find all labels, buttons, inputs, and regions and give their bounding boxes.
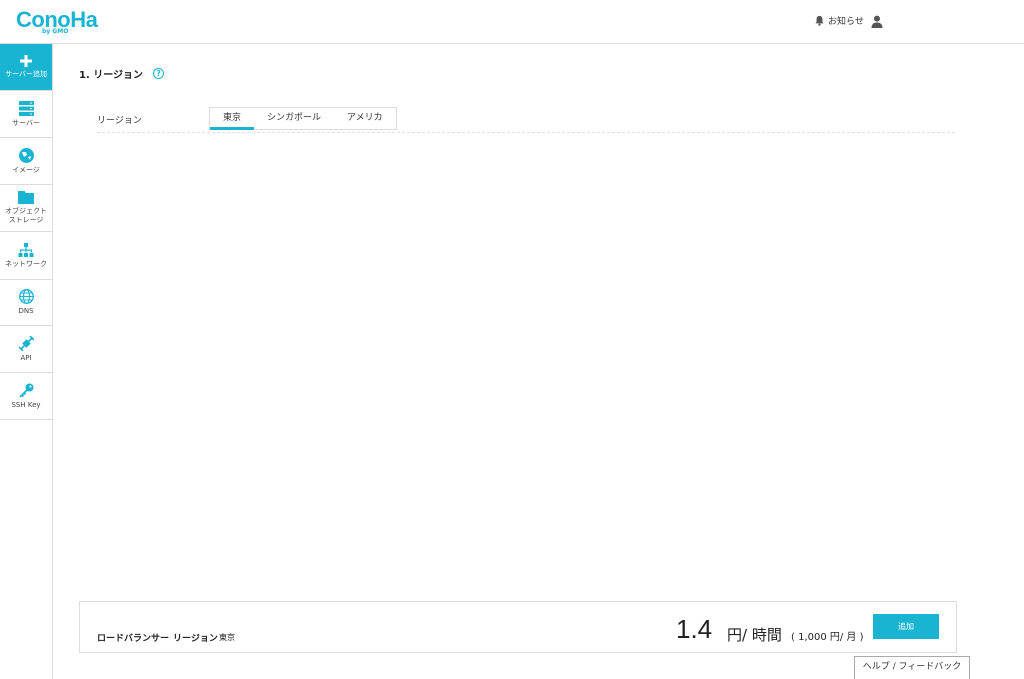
sidebar-item-label: イメージ (12, 165, 40, 174)
sidebar-item-label: ネットワーク (5, 259, 47, 268)
network-icon (18, 242, 34, 257)
image-icon (18, 147, 34, 163)
sidebar-item-label: DNS (18, 307, 34, 315)
notifications-label: お知らせ (828, 17, 864, 27)
tab-tokyo[interactable]: 東京 (210, 108, 255, 130)
sidebar-item-server[interactable]: サーバー (0, 91, 52, 138)
price-unit: 円/ 時間 (727, 626, 782, 644)
sidebar-item-dns[interactable]: DNS (0, 279, 52, 326)
logo-subtext: by GMO (42, 28, 69, 35)
server-icon (18, 100, 34, 116)
price-monthly: ( 1,000 円/ 月 ) (791, 632, 864, 643)
api-icon (18, 335, 34, 351)
divider (97, 132, 955, 133)
summary-region-value: 東京 (219, 633, 235, 642)
summary-region-key: リージョン (173, 634, 218, 644)
notifications-button[interactable]: お知らせ (814, 14, 864, 27)
sidebar-item-label: オブジェクト ストレージ (5, 207, 47, 224)
sidebar-item-object-storage[interactable]: オブジェクト ストレージ (0, 185, 52, 232)
user-icon (871, 15, 883, 28)
region-label: リージョン (97, 116, 142, 126)
key-icon (18, 383, 33, 398)
sidebar-item-api[interactable]: API (0, 326, 52, 373)
section-title: 1. リージョン ? (79, 66, 165, 81)
sidebar-item-image[interactable]: イメージ (0, 138, 52, 185)
plus-icon (20, 55, 32, 67)
sidebar-item-network[interactable]: ネットワーク (0, 232, 52, 279)
tab-america[interactable]: アメリカ (334, 108, 396, 129)
bell-icon (815, 15, 824, 26)
add-button[interactable]: 追加 (873, 614, 939, 639)
sidebar-item-ssh-key[interactable]: SSH Key (0, 373, 52, 420)
user-menu[interactable] (871, 13, 883, 32)
globe-icon (18, 289, 34, 304)
summary-service: ロードバランサー (97, 634, 170, 644)
section-title-text: 1. リージョン (79, 70, 144, 81)
order-summary: ロードバランサー リージョン 東京 1.4 円/ 時間 ( 1,000 円/ 月… (79, 601, 957, 653)
tab-singapore[interactable]: シンガポール (254, 108, 334, 129)
sidebar-item-label: SSH Key (11, 400, 41, 409)
help-icon[interactable]: ? (153, 68, 165, 79)
folder-icon (18, 191, 34, 204)
price-hourly: 1.4 (676, 614, 713, 644)
region-tabs: 東京 シンガポール アメリカ (209, 107, 397, 130)
sidebar: サーバー追加 サーバー イメージ オブジェクト ストレージ ネットワーク DNS… (0, 44, 53, 679)
sidebar-item-label: API (20, 353, 32, 362)
sidebar-item-label: サーバー (12, 118, 40, 127)
sidebar-item-server-add[interactable]: サーバー追加 (0, 44, 52, 91)
top-bar: ConoHa by GMO お知らせ (0, 0, 1024, 44)
sidebar-item-label: サーバー追加 (5, 70, 47, 78)
conoha-logo[interactable]: ConoHa by GMO (16, 9, 98, 36)
feedback-button[interactable]: ヘルプ / フィードバック (854, 656, 970, 679)
